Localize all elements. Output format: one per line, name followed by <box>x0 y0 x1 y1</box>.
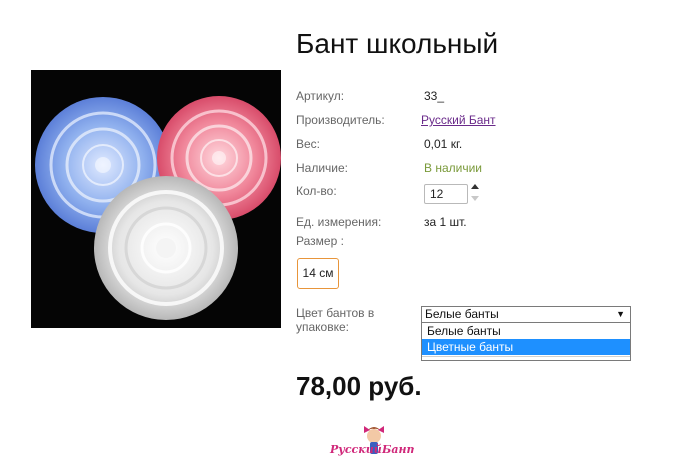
article-value: 33_ <box>424 89 445 103</box>
size-label: Размер : <box>296 234 344 248</box>
brand-logo-graphic: Русский Бант <box>329 426 418 456</box>
bow-color-select[interactable]: Белые банты ▼ <box>421 306 631 323</box>
bow-color-selected-value: Белые банты <box>425 307 499 321</box>
white-bow <box>94 176 238 320</box>
unit-label: Ед. измерения: <box>296 215 382 229</box>
quantity-decrease-icon[interactable] <box>471 196 479 201</box>
weight-label: Вес: <box>296 137 321 151</box>
bow-color-dropdown-list: Белые банты Цветные банты <box>421 323 631 361</box>
logo-text-left: Русский <box>329 443 382 456</box>
unit-value: за 1 шт. <box>424 215 467 229</box>
article-label: Артикул: <box>296 89 345 103</box>
availability-value: В наличии <box>424 161 483 175</box>
product-image[interactable] <box>31 70 281 328</box>
availability-label: Наличие: <box>296 161 349 175</box>
dropdown-option-white-bows[interactable]: Белые банты <box>422 323 630 339</box>
bow-color-label: Цвет бантов в упаковке: <box>296 306 375 334</box>
brand-logo[interactable]: Русский Бант <box>328 420 418 464</box>
manufacturer-link[interactable]: Русский Бант <box>421 113 496 127</box>
bows-photo <box>35 96 281 320</box>
quantity-increase-icon[interactable] <box>471 184 479 189</box>
dropdown-arrow-icon[interactable]: ▼ <box>616 307 625 322</box>
product-price: 78,00 руб. <box>296 371 422 401</box>
dropdown-divider <box>422 356 630 359</box>
size-option-14cm[interactable]: 14 см <box>297 258 339 289</box>
quantity-label: Кол-во: <box>296 184 337 198</box>
manufacturer-label: Производитель: <box>296 113 385 127</box>
quantity-input[interactable]: 12 <box>424 184 468 204</box>
logo-text-right: Бант <box>381 443 414 456</box>
weight-value: 0,01 кг. <box>424 137 463 151</box>
product-title: Бант школьный <box>296 28 499 59</box>
dropdown-option-colored-bows[interactable]: Цветные банты <box>422 339 630 355</box>
